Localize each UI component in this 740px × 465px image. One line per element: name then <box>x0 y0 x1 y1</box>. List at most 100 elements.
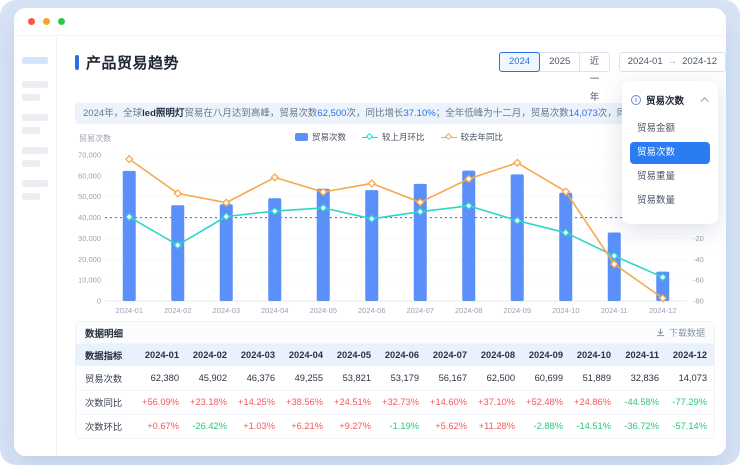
table-row: 贸易次数 62,380 45,902 46,376 49,255 53,821 53,179… <box>76 366 714 390</box>
year-segmented-control: 2024 2025 近一年 <box>499 52 610 103</box>
page-header: 产品贸易趋势 <box>75 52 179 73</box>
table-cell: +38.56% <box>282 389 330 414</box>
table-column-header: 数据指标 <box>76 344 138 366</box>
table-cell: 53,821 <box>342 372 371 383</box>
table-column-header: 2024-10 <box>570 344 618 366</box>
svg-text:-40: -40 <box>693 255 704 264</box>
svg-text:2024-07: 2024-07 <box>406 306 434 315</box>
summary-text-segment: 62,500 <box>317 108 347 119</box>
table-cell: -77.29% <box>666 389 714 414</box>
main-content: 产品贸易趋势 2024 2025 近一年 2024-01 → 2024-12 2… <box>58 37 726 456</box>
table-column-header: 2024-03 <box>234 344 282 366</box>
table-cell: 53,179 <box>390 372 419 383</box>
table-column-header: 2024-02 <box>186 344 234 366</box>
sidebar-item[interactable] <box>22 114 48 121</box>
table-row-label: 次数环比 <box>76 413 138 438</box>
date-range-start: 2024-01 <box>627 56 663 67</box>
table-row: 次数同比 +56.09% +23.18% +14.25% +38.56% +24.51% +… <box>76 389 714 414</box>
legend-item[interactable]: 贸易次数 <box>294 131 346 143</box>
svg-text:2024-12: 2024-12 <box>649 306 677 315</box>
date-range-picker[interactable]: 2024-01 → 2024-12 <box>618 52 726 72</box>
summary-banner: 2024年，全球led照明灯贸易在八月达到高峰，贸易次数62,500次，同比增长… <box>75 103 655 124</box>
year-2024-button[interactable]: 2024 <box>499 52 541 72</box>
summary-text-segment: 37.10% <box>403 108 436 119</box>
table-cell: +56.09% <box>138 389 186 414</box>
table-row-label: 次数同比 <box>76 389 138 414</box>
svg-text:30,000: 30,000 <box>78 234 101 243</box>
svg-text:40,000: 40,000 <box>78 213 101 222</box>
table-cell: 32,836 <box>630 372 659 383</box>
date-range-end: 2024-12 <box>682 56 717 67</box>
table-cell: 45,902 <box>198 372 227 383</box>
summary-text-segment: 14,073 <box>568 108 598 119</box>
sidebar-item[interactable] <box>22 81 48 88</box>
sidebar-item[interactable] <box>22 180 48 187</box>
legend-item[interactable]: 较去年同比 <box>440 131 503 143</box>
legend-item[interactable]: 较上月环比 <box>361 131 425 143</box>
table-cell: +37.10% <box>474 389 522 414</box>
svg-text:2024-05: 2024-05 <box>309 306 337 315</box>
recent-year-button[interactable]: 近一年 <box>579 52 610 103</box>
metric-dropdown-panel: i 贸易次数 贸易金额 贸易次数 贸易重量 贸易数量 <box>622 81 718 224</box>
sidebar-item[interactable] <box>22 160 40 167</box>
zoom-window-icon[interactable] <box>58 18 65 25</box>
table-column-header: 2024-07 <box>426 344 474 366</box>
table-cell: 14,073 <box>678 372 707 383</box>
table-header-strip: 数据明细 下载数据 <box>76 322 714 344</box>
download-icon <box>656 328 665 337</box>
metric-option[interactable]: 贸易金额 <box>630 118 710 140</box>
sidebar-item[interactable] <box>22 127 40 134</box>
close-window-icon[interactable] <box>28 18 35 25</box>
sidebar-item[interactable] <box>22 147 48 154</box>
table-row-label: 贸易次数 <box>85 373 123 384</box>
table-cell: 46,376 <box>246 372 275 383</box>
table-cell: +11.28% <box>474 413 522 438</box>
table-cell: +24.86% <box>570 389 618 414</box>
metric-option[interactable]: 贸易重量 <box>630 166 710 188</box>
table-cell: +1.03% <box>234 413 282 438</box>
table-cell: 56,167 <box>438 372 467 383</box>
table-cell: -26.42% <box>186 413 234 438</box>
table-cell: -57.14% <box>666 413 714 438</box>
table-cell: -44.58% <box>618 389 666 414</box>
summary-text-segment: 贸易在八月达到高峰，贸易次数 <box>184 108 318 119</box>
download-data-button[interactable]: 下载数据 <box>656 326 705 339</box>
svg-text:2024-08: 2024-08 <box>455 306 483 315</box>
metric-option[interactable]: 贸易次数 <box>630 142 710 164</box>
legend-line-swatch-icon <box>361 132 378 141</box>
sidebar-item[interactable] <box>22 193 40 200</box>
metric-dropdown-options: 贸易金额 贸易次数 贸易重量 贸易数量 <box>622 118 718 212</box>
table-column-header: 2024-06 <box>378 344 426 366</box>
title-accent-bar <box>75 55 79 70</box>
svg-text:50,000: 50,000 <box>78 192 101 201</box>
svg-text:60,000: 60,000 <box>78 171 101 180</box>
minimize-window-icon[interactable] <box>43 18 50 25</box>
left-axis-title: 贸易次数 <box>79 134 111 143</box>
metric-dropdown-value: 贸易次数 <box>646 96 685 107</box>
table-column-header: 2024-04 <box>282 344 330 366</box>
svg-text:-20: -20 <box>693 234 704 243</box>
svg-text:2024-04: 2024-04 <box>261 306 289 315</box>
metric-dropdown-header[interactable]: i 贸易次数 <box>622 89 718 116</box>
legend-label: 较上月环比 <box>381 132 425 142</box>
table-cell: +6.21% <box>282 413 330 438</box>
sidebar-item-active[interactable] <box>22 57 48 64</box>
table-cell: 62,380 <box>150 372 179 383</box>
table-cell: +23.18% <box>186 389 234 414</box>
table-row: 次数环比 +0.67% -26.42% +1.03% +6.21% +9.27% -1.19… <box>76 413 714 438</box>
svg-text:2024-09: 2024-09 <box>503 306 531 315</box>
table-cell: +14.25% <box>234 389 282 414</box>
table-cell: -36.72% <box>618 413 666 438</box>
summary-text-segment: led照明灯 <box>142 108 185 119</box>
svg-text:2024-10: 2024-10 <box>552 306 580 315</box>
sidebar-item[interactable] <box>22 94 40 101</box>
data-table: 数据指标 2024-01 2024-02 2024-03 2024-04 2024-05 2… <box>76 344 714 438</box>
sidebar-nav <box>14 37 57 456</box>
metric-option[interactable]: 贸易数量 <box>630 190 710 212</box>
table-cell: -2.88% <box>522 413 570 438</box>
table-cell: 62,500 <box>486 372 515 383</box>
table-column-header: 2024-08 <box>474 344 522 366</box>
svg-text:2024-06: 2024-06 <box>358 306 386 315</box>
year-2025-button[interactable]: 2025 <box>539 52 581 72</box>
svg-text:-60: -60 <box>693 276 704 285</box>
